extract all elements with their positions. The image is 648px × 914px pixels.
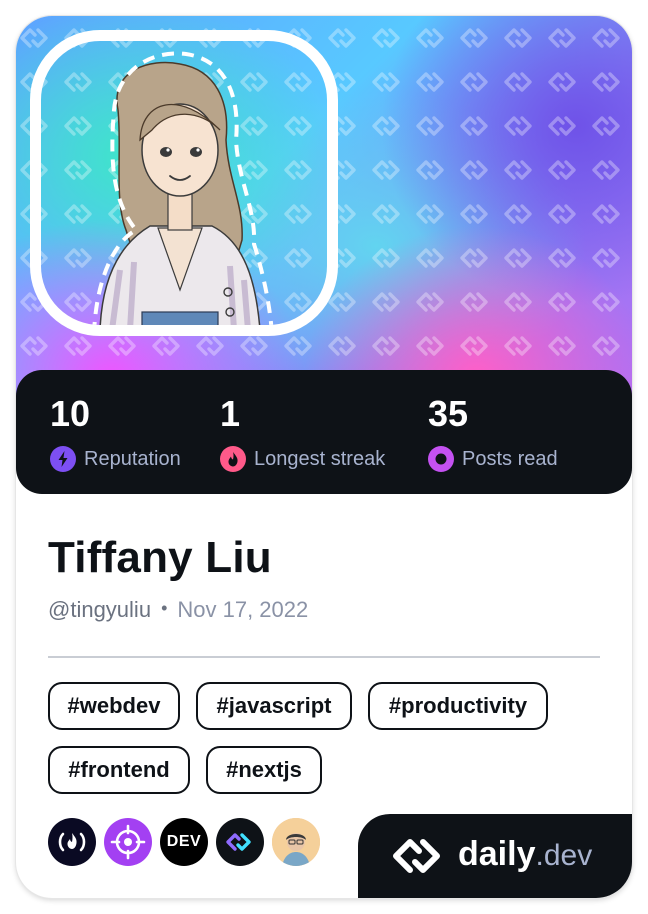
tag-frontend[interactable]: #frontend [48, 746, 190, 794]
hero-background [16, 16, 632, 416]
stat-value: 10 [50, 393, 91, 434]
username[interactable]: @tingyuliu [48, 597, 151, 622]
tag-javascript[interactable]: #javascript [196, 682, 352, 730]
devcard: 10 Reputation 1 Longest streak 35 Posts … [16, 16, 632, 898]
divider [48, 656, 600, 658]
brand-footer: daily.dev [358, 814, 632, 898]
brand-wordmark: daily.dev [458, 832, 592, 878]
daily-dev-logo-icon [393, 839, 440, 873]
stat-value: 35 [428, 393, 469, 434]
bolt-icon [50, 446, 76, 472]
eye-ring-icon [428, 446, 454, 472]
stat-longest-streak: 1 Longest streak [220, 392, 385, 472]
freecodecamp-icon[interactable] [48, 818, 96, 866]
stat-label: Reputation [84, 448, 181, 470]
stat-label: Longest streak [254, 448, 386, 470]
tag-nextjs[interactable]: #nextjs [206, 746, 322, 794]
stat-label: Posts read [462, 448, 558, 470]
brand-name: daily [458, 835, 536, 873]
crosshair-icon[interactable] [104, 818, 152, 866]
portrait-illustration [92, 51, 274, 325]
tag-productivity[interactable]: #productivity [368, 682, 548, 730]
brand-tld: .dev [535, 839, 593, 872]
stat-reputation: 10 Reputation [50, 392, 181, 472]
tag-webdev[interactable]: #webdev [48, 682, 180, 730]
profile-name: Tiffany Liu [48, 533, 272, 582]
joined-date: Nov 17, 2022 [177, 597, 309, 622]
daily-dev-squad-icon[interactable] [216, 818, 264, 866]
stat-value: 1 [220, 393, 241, 434]
separator: • [161, 598, 168, 618]
avatar [30, 30, 338, 336]
person-avatar-icon[interactable] [272, 818, 320, 866]
profile-meta: @tingyuliu • Nov 17, 2022 [48, 596, 308, 625]
flame-icon [220, 446, 246, 472]
dev-to-icon[interactable]: DEV [160, 818, 208, 866]
stat-posts-read: 35 Posts read [428, 392, 558, 472]
dev-to-label: DEV [166, 833, 202, 850]
stats-bar: 10 Reputation 1 Longest streak 35 Posts … [16, 370, 632, 494]
